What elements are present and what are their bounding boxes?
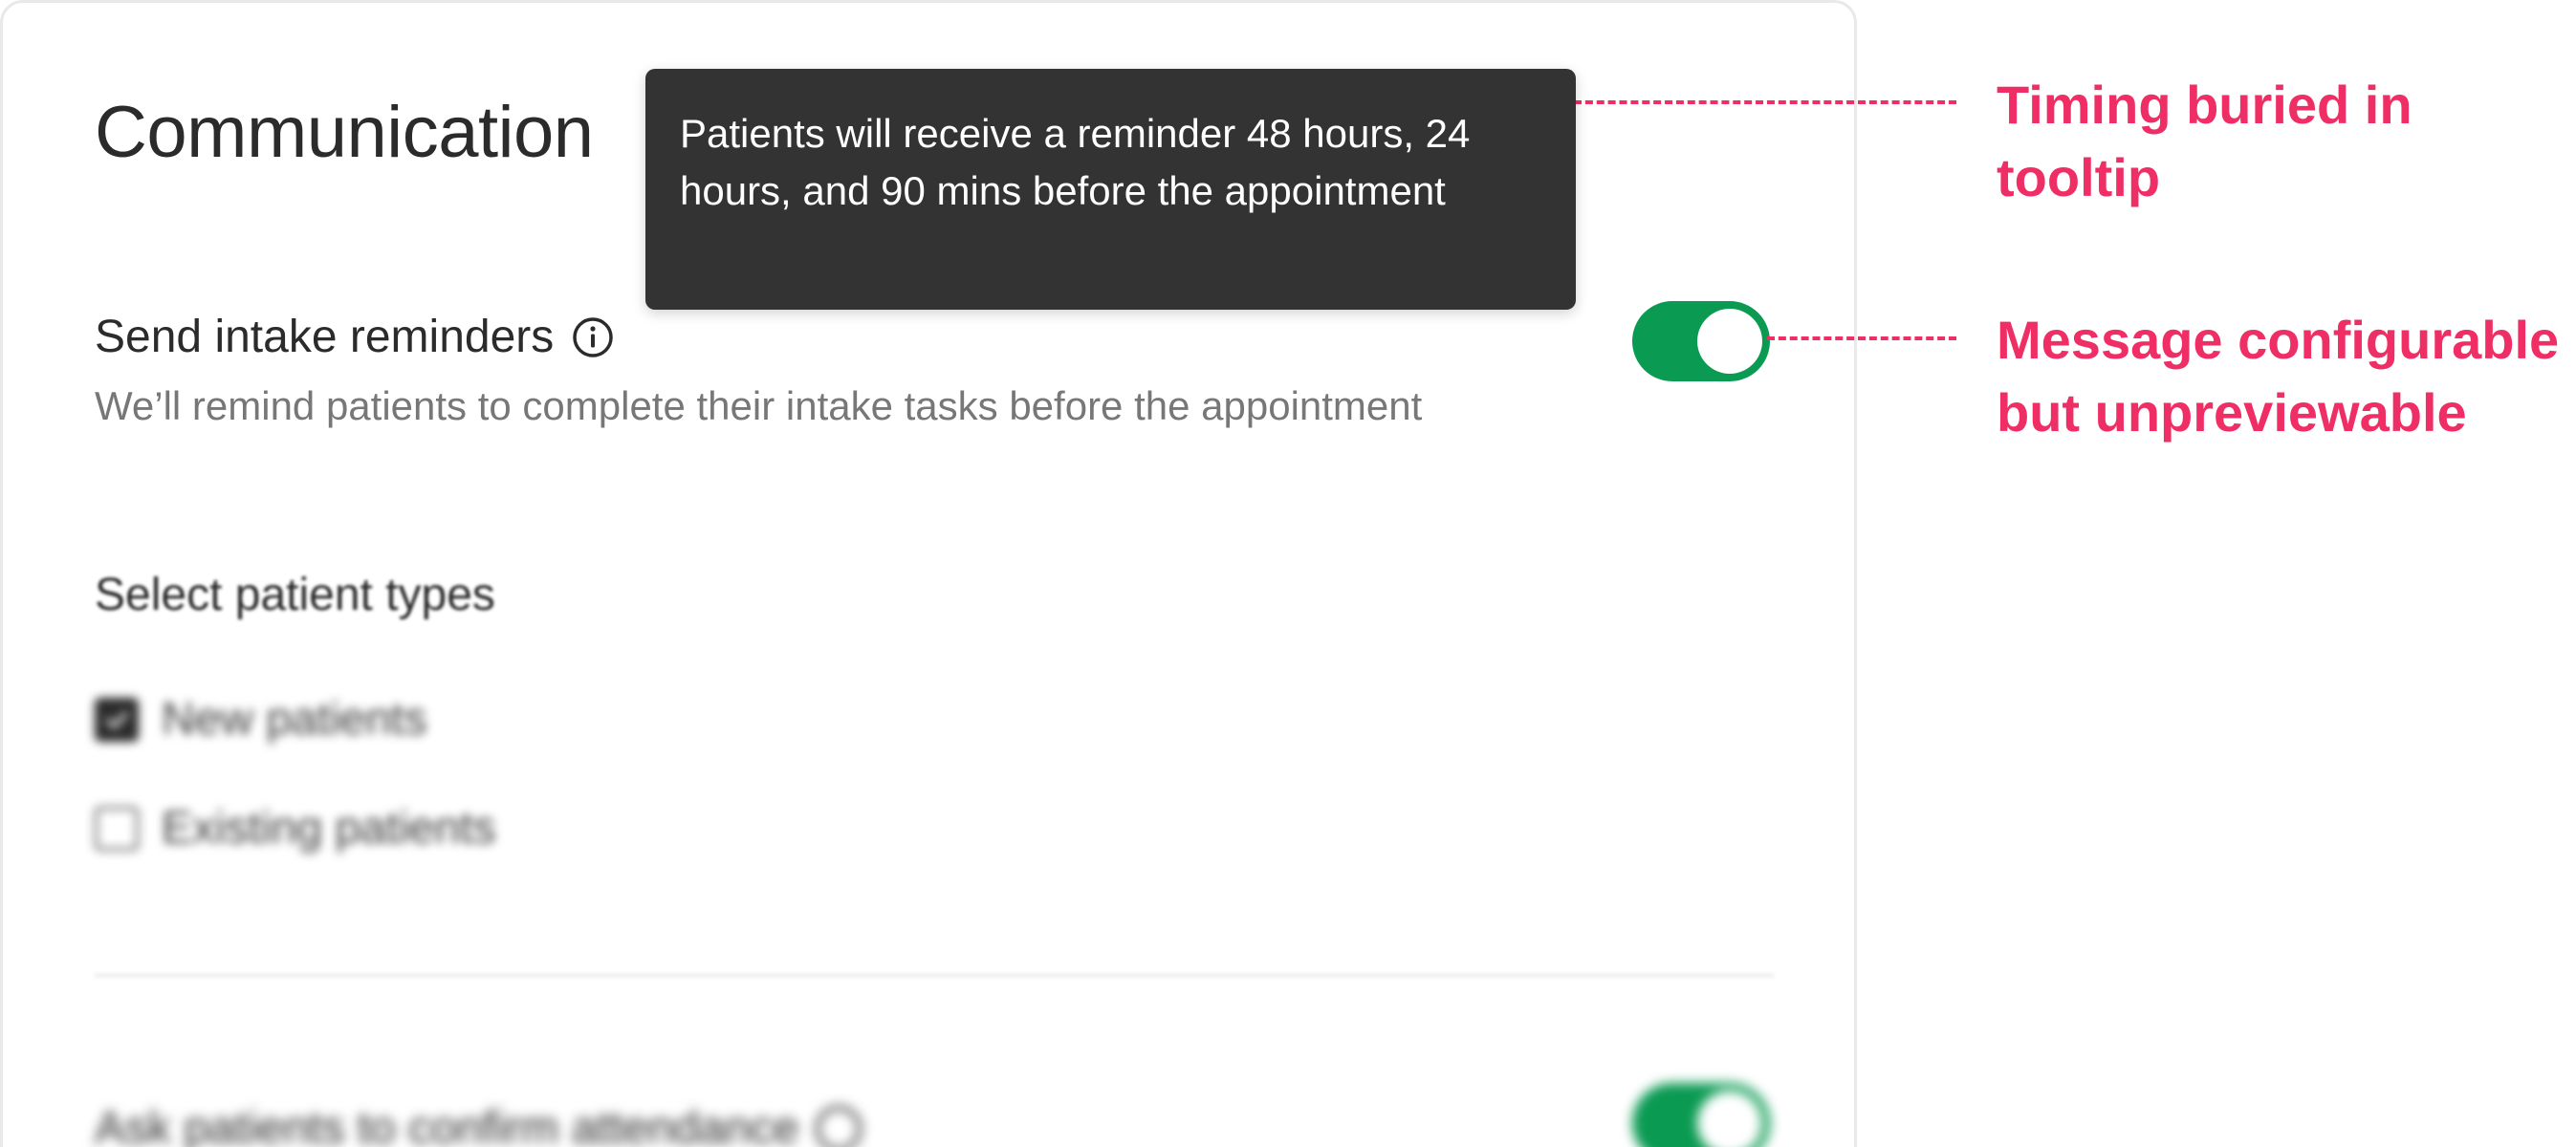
intake-reminders-setting: Send intake reminders: [95, 311, 615, 363]
toggle-knob: [1697, 1091, 1762, 1147]
info-icon-graphic: [573, 316, 614, 357]
toggle-knob: [1697, 309, 1762, 374]
callout-message-line1: Message configurable: [1997, 310, 2560, 370]
checkbox-checked-icon[interactable]: [95, 697, 139, 742]
intake-reminders-toggle[interactable]: [1632, 301, 1770, 381]
checkbox-unchecked-icon[interactable]: [95, 806, 139, 851]
info-icon[interactable]: [816, 1105, 862, 1147]
confirm-attendance-toggle[interactable]: [1632, 1083, 1770, 1147]
screenshot-stage: Communication Patients will receive a re…: [0, 0, 2576, 1147]
page-title: Communication: [95, 92, 594, 173]
callout-message-line2: but unpreviewable: [1997, 382, 2467, 443]
section-divider: [95, 974, 1774, 977]
info-icon[interactable]: [571, 315, 615, 359]
callout-leader-line-tooltip: [1574, 100, 1956, 104]
new-patients-label: New patients: [162, 694, 427, 745]
confirm-attendance-setting: Ask patients to confirm attendance: [95, 1102, 862, 1147]
callout-timing-line2: tooltip: [1997, 147, 2161, 207]
patient-types-heading: Select patient types: [95, 570, 495, 620]
confirm-attendance-label: Ask patients to confirm attendance: [95, 1103, 799, 1147]
new-patients-option[interactable]: New patients: [95, 693, 426, 746]
checkmark-icon: [106, 711, 128, 728]
callout-timing-line1: Timing buried in: [1997, 75, 2412, 135]
callout-leader-line-toggle: [1767, 336, 1956, 340]
communication-settings-card: Communication Patients will receive a re…: [0, 0, 1857, 1147]
callout-timing: Timing buried in tooltip: [1997, 69, 2412, 214]
callout-message: Message configurable but unpreviewable: [1997, 304, 2559, 449]
intake-reminders-label: Send intake reminders: [95, 312, 555, 362]
timing-tooltip: Patients will receive a reminder 48 hour…: [645, 69, 1576, 310]
existing-patients-option[interactable]: Existing patients: [95, 802, 496, 855]
intake-reminders-description: We’ll remind patients to complete their …: [95, 383, 1423, 428]
existing-patients-label: Existing patients: [162, 803, 496, 854]
